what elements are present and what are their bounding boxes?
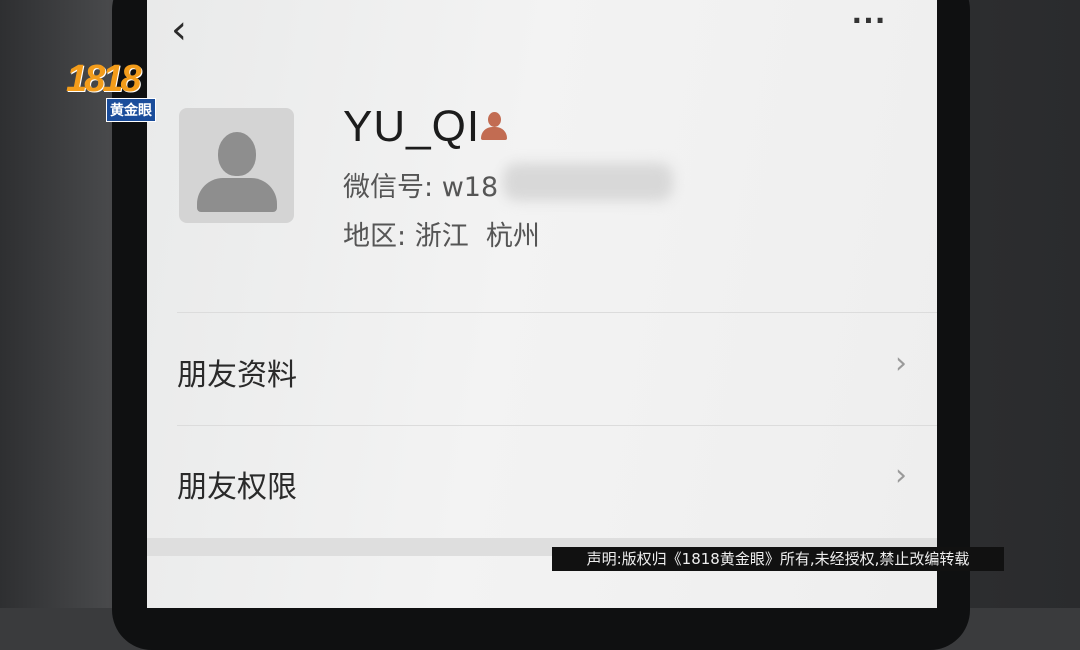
avatar-body-shape (197, 178, 277, 212)
wechat-id-blur (503, 163, 673, 201)
region-province: 浙江 (414, 221, 469, 252)
logo-number: 1818 (66, 58, 142, 100)
wechat-id-row: 微信号: w18 (343, 165, 498, 204)
avatar[interactable] (179, 108, 294, 223)
menu-item-label: 朋友资料 (177, 358, 297, 393)
chevron-right-icon: › (895, 458, 907, 493)
region-label: 地区: (343, 221, 407, 252)
profile-screen: ‹ ··· YU_QI 微信号: w18 地区: 浙江 杭州 朋友资料 › 朋友… (147, 0, 937, 608)
chevron-right-icon: › (895, 346, 907, 381)
divider (177, 425, 937, 426)
wechat-id-value: w18 (441, 172, 499, 203)
menu-item-label: 朋友权限 (177, 470, 297, 505)
channel-logo: 1818 黄金眼 (66, 58, 166, 124)
menu-item-friend-profile[interactable]: 朋友资料 › (177, 338, 907, 408)
contact-name: YU_QI (343, 102, 481, 151)
logo-text: 黄金眼 (106, 98, 156, 122)
divider (177, 312, 937, 313)
copyright-notice: 声明:版权归《1818黄金眼》所有,未经授权,禁止改编转载 (552, 547, 1004, 571)
region-city: 杭州 (485, 221, 540, 252)
region-row: 地区: 浙江 杭州 (343, 214, 540, 253)
female-gender-icon (479, 110, 509, 142)
menu-item-friend-permissions[interactable]: 朋友权限 › (177, 450, 907, 520)
more-options-icon[interactable]: ··· (849, 6, 889, 36)
avatar-head-shape (218, 132, 256, 176)
back-icon[interactable]: ‹ (171, 10, 201, 50)
wechat-id-label: 微信号: (343, 172, 434, 203)
